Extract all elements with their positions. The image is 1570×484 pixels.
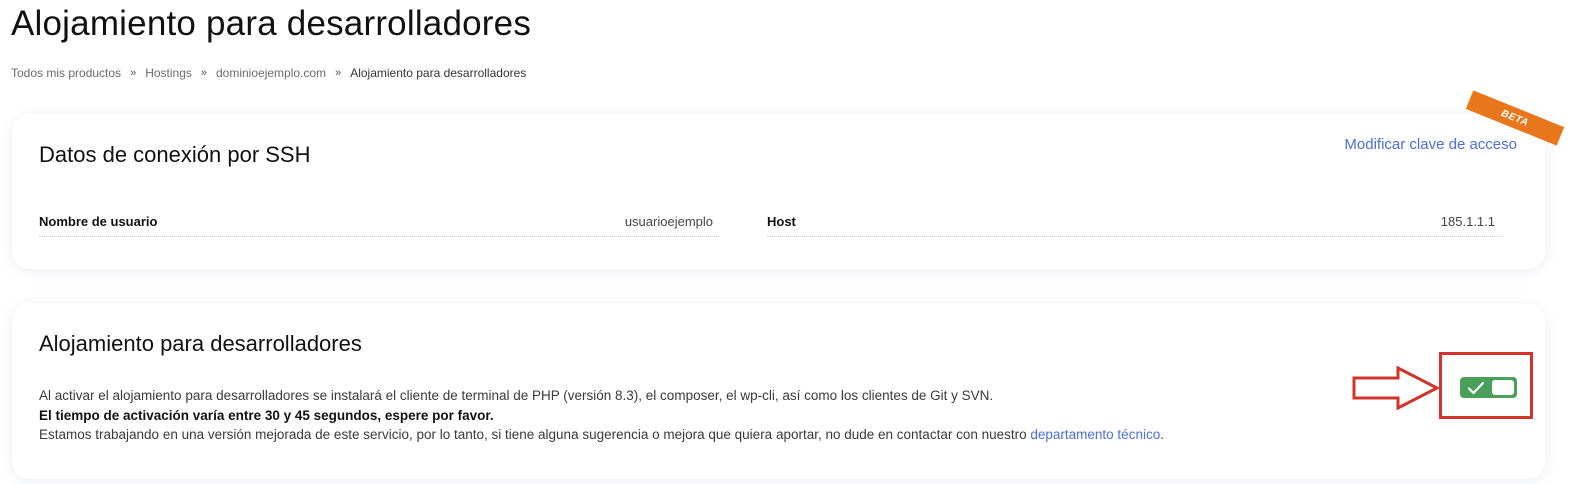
dev-card-title: Alojamiento para desarrolladores (39, 331, 362, 356)
breadcrumb-separator: » (200, 67, 207, 79)
beta-ribbon: BETA (1465, 90, 1566, 152)
developer-hosting-card: Alojamiento para desarrolladores Al acti… (12, 303, 1545, 479)
breadcrumb-item-domain[interactable]: dominioejemplo.com (216, 66, 326, 80)
breadcrumb-separator: » (130, 67, 137, 79)
beta-badge: BETA (1465, 90, 1565, 146)
arrow-right-icon (1352, 366, 1440, 410)
dev-feedback-suffix: . (1160, 427, 1164, 442)
host-label: Host (767, 213, 796, 229)
tech-support-link[interactable]: departamento técnico (1030, 427, 1160, 442)
host-field: Host 185.1.1.1 (767, 206, 1501, 237)
dev-activation-notice: El tiempo de activación varía entre 30 y… (39, 407, 494, 423)
page-title: Alojamiento para desarrolladores (11, 4, 532, 43)
username-label: Nombre de usuario (39, 213, 158, 229)
breadcrumb-item-products[interactable]: Todos mis productos (11, 66, 121, 80)
breadcrumb-current: Alojamiento para desarrolladores (350, 66, 527, 80)
host-value: 185.1.1.1 (1440, 213, 1495, 229)
username-value: usuarioejemplo (624, 213, 713, 229)
ssh-card-title: Datos de conexión por SSH (39, 142, 311, 167)
check-icon (1467, 381, 1485, 394)
toggle-knob (1492, 380, 1514, 395)
ssh-connection-card: Datos de conexión por SSH Modificar clav… (12, 114, 1545, 269)
breadcrumb-item-hostings[interactable]: Hostings (145, 66, 192, 80)
dev-feedback-text: Estamos trabajando en una versión mejora… (39, 427, 1031, 442)
dev-description: Al activar el alojamiento para desarroll… (39, 386, 1339, 445)
username-field: Nombre de usuario usuarioejemplo (39, 206, 719, 237)
breadcrumb: Todos mis productos » Hostings » dominio… (11, 66, 526, 80)
breadcrumb-separator: » (335, 67, 342, 79)
dev-description-line1: Al activar el alojamiento para desarroll… (39, 388, 994, 403)
developer-hosting-toggle[interactable] (1460, 377, 1517, 398)
dev-description-line3: Estamos trabajando en una versión mejora… (39, 425, 1339, 445)
